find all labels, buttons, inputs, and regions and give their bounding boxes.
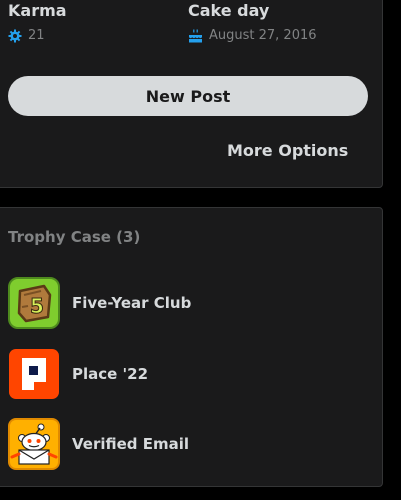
verified-email-icon bbox=[8, 418, 60, 470]
karma-icon bbox=[8, 29, 22, 43]
trophy-name: Verified Email bbox=[72, 435, 190, 453]
svg-text:5: 5 bbox=[30, 294, 44, 318]
cake-day-stat: Cake day August 27, 2016 bbox=[188, 1, 317, 45]
cake-day-value-row: August 27, 2016 bbox=[188, 27, 317, 45]
trophy-case-card: Trophy Case (3) 5 Five-Year Club Place '… bbox=[0, 207, 383, 487]
profile-stats-card: Karma 21 Cake day August 27, 2016 New Po… bbox=[0, 0, 383, 188]
trophy-name: Five-Year Club bbox=[72, 294, 192, 312]
karma-label: Karma bbox=[8, 1, 67, 20]
new-post-button[interactable]: New Post bbox=[8, 76, 368, 116]
trophy-case-title: Trophy Case (3) bbox=[8, 228, 141, 246]
karma-stat: Karma 21 bbox=[8, 1, 67, 45]
more-options-button[interactable]: More Options bbox=[227, 141, 348, 161]
trophy-item[interactable]: Verified Email bbox=[8, 418, 368, 470]
karma-value-row: 21 bbox=[8, 27, 67, 45]
trophy-item[interactable]: 5 Five-Year Club bbox=[8, 277, 368, 329]
cake-day-value: August 27, 2016 bbox=[209, 28, 317, 43]
trophy-name: Place '22 bbox=[72, 365, 149, 383]
cake-icon bbox=[188, 29, 203, 43]
five-year-club-icon: 5 bbox=[8, 277, 60, 329]
place-22-icon bbox=[8, 348, 60, 400]
karma-value: 21 bbox=[28, 28, 45, 43]
cake-day-label: Cake day bbox=[188, 1, 270, 20]
trophy-item[interactable]: Place '22 bbox=[8, 348, 368, 400]
